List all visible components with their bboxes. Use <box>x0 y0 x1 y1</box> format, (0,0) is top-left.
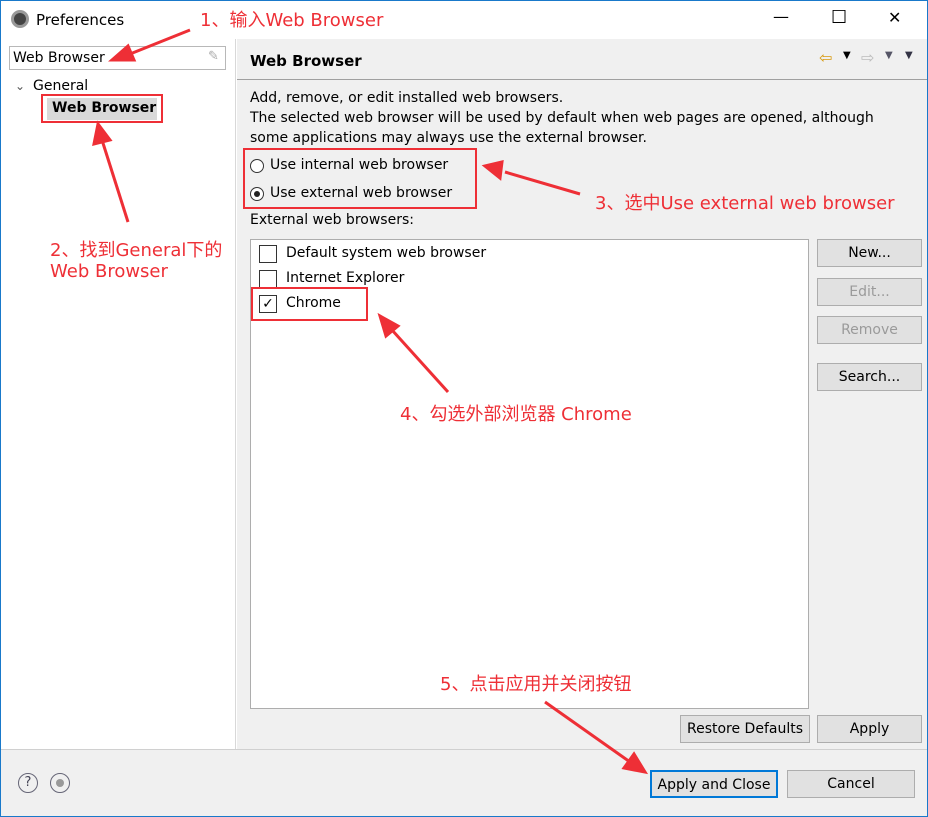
annotation-step-1: 1、输入Web Browser <box>200 10 384 31</box>
annotation-step-4: 4、勾选外部浏览器 Chrome <box>400 404 632 425</box>
arrow-5 <box>544 700 631 764</box>
arrow-4 <box>390 328 450 394</box>
annotation-step-2: 2、找到General下的 <box>50 240 223 261</box>
annotation-step-2-line2: Web Browser <box>50 261 168 282</box>
arrow-3 <box>504 170 581 196</box>
arrow-2 <box>100 139 130 223</box>
annotation-step-3: 3、选中Use external web browser <box>595 193 895 214</box>
arrow-1 <box>129 28 191 56</box>
annotation-step-5: 5、点击应用并关闭按钮 <box>440 674 632 695</box>
